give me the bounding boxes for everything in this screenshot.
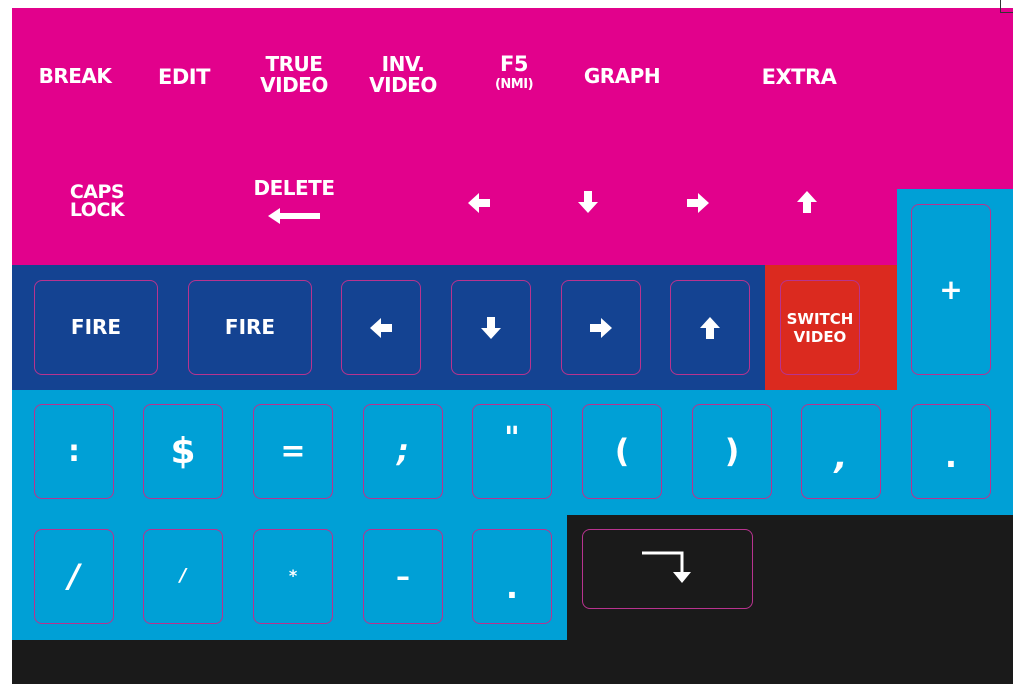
decimal-key-label: . <box>505 568 519 607</box>
period-key[interactable]: . <box>911 404 991 499</box>
quote-key-label: " <box>504 421 520 456</box>
arrow-right-icon[interactable] <box>686 192 710 218</box>
joystick-right-key[interactable] <box>561 280 641 375</box>
colon-key[interactable]: : <box>34 404 114 499</box>
fire-key-2[interactable]: FIRE <box>188 280 312 375</box>
long-left-arrow-icon <box>268 208 320 224</box>
decimal-key[interactable]: . <box>472 529 552 624</box>
caps-lock-label[interactable]: CAPS LOCK <box>52 182 142 222</box>
close-paren-key-label: ) <box>724 431 740 470</box>
crop-mark <box>1000 0 1013 13</box>
arrow-up-icon[interactable] <box>796 190 818 218</box>
fire-key-2-label: FIRE <box>224 315 276 339</box>
extra-label[interactable]: EXTRA <box>748 66 850 88</box>
equals-key-label: = <box>280 433 306 469</box>
inv-video-line-1: INV. <box>381 52 425 76</box>
divide-key[interactable]: / <box>143 529 223 624</box>
edit-label[interactable]: EDIT <box>144 66 224 88</box>
joystick-left-key[interactable] <box>341 280 421 375</box>
arrow-down-icon <box>481 316 501 339</box>
semicolon-key[interactable]: ; <box>363 404 443 499</box>
f5-sub: (NMI) <box>494 77 534 93</box>
true-video-line-2: VIDEO <box>260 73 328 97</box>
fire-key-1-label: FIRE <box>70 315 122 339</box>
slash-key-label: / <box>68 556 80 595</box>
comma-key-label: , <box>834 437 848 478</box>
arrow-right-icon <box>590 317 612 338</box>
colon-key-label: : <box>68 433 80 469</box>
multiply-key[interactable]: * <box>253 529 333 624</box>
close-paren-key[interactable]: ) <box>692 404 772 499</box>
period-key-label: . <box>944 437 958 476</box>
plus-key[interactable]: + <box>911 204 991 375</box>
break-label[interactable]: BREAK <box>30 66 120 87</box>
inv-video-label[interactable]: INV. VIDEO <box>353 54 453 96</box>
joystick-up-key[interactable] <box>670 280 750 375</box>
comma-key[interactable]: , <box>801 404 881 499</box>
dollar-key-label: $ <box>170 430 196 472</box>
magenta-panel <box>12 8 1013 265</box>
minus-key[interactable]: – <box>363 529 443 624</box>
graph-label[interactable]: GRAPH <box>571 66 673 87</box>
f5-label[interactable]: F5 (NMI) <box>474 53 554 92</box>
open-paren-key[interactable]: ( <box>582 404 662 499</box>
true-video-label[interactable]: TRUE VIDEO <box>244 54 344 96</box>
true-video-line-1: TRUE <box>265 52 323 76</box>
dollar-key[interactable]: $ <box>143 404 223 499</box>
enter-key[interactable] <box>582 529 753 609</box>
divide-key-label: / <box>179 565 187 587</box>
inv-video-line-2: VIDEO <box>369 73 437 97</box>
switch-video-line-1: SWITCH <box>786 309 854 328</box>
enter-arrow-icon <box>641 551 691 583</box>
multiply-key-label: * <box>288 566 298 586</box>
delete-label[interactable]: DELETE <box>244 178 344 225</box>
arrow-up-icon <box>700 316 720 339</box>
quote-key[interactable]: " <box>472 404 552 499</box>
arrow-left-icon <box>370 317 392 338</box>
equals-key[interactable]: = <box>253 404 333 499</box>
open-paren-key-label: ( <box>614 431 630 470</box>
caps-lock-line-2: LOCK <box>69 199 125 222</box>
fire-key-1[interactable]: FIRE <box>34 280 158 375</box>
semicolon-key-label: ; <box>397 433 409 469</box>
arrow-down-icon[interactable] <box>577 190 599 218</box>
delete-text: DELETE <box>253 176 335 200</box>
joystick-down-key[interactable] <box>451 280 531 375</box>
f5-main: F5 <box>500 52 528 76</box>
switch-video-line-2: VIDEO <box>793 327 847 346</box>
slash-key[interactable]: / <box>34 529 114 624</box>
black-bottom-strip <box>12 640 1013 684</box>
arrow-left-icon[interactable] <box>467 192 491 218</box>
switch-video-key[interactable]: SWITCH VIDEO <box>780 280 860 375</box>
minus-key-label: – <box>396 559 410 593</box>
plus-key-label: + <box>939 273 963 306</box>
switch-video-label: SWITCH VIDEO <box>787 310 854 346</box>
